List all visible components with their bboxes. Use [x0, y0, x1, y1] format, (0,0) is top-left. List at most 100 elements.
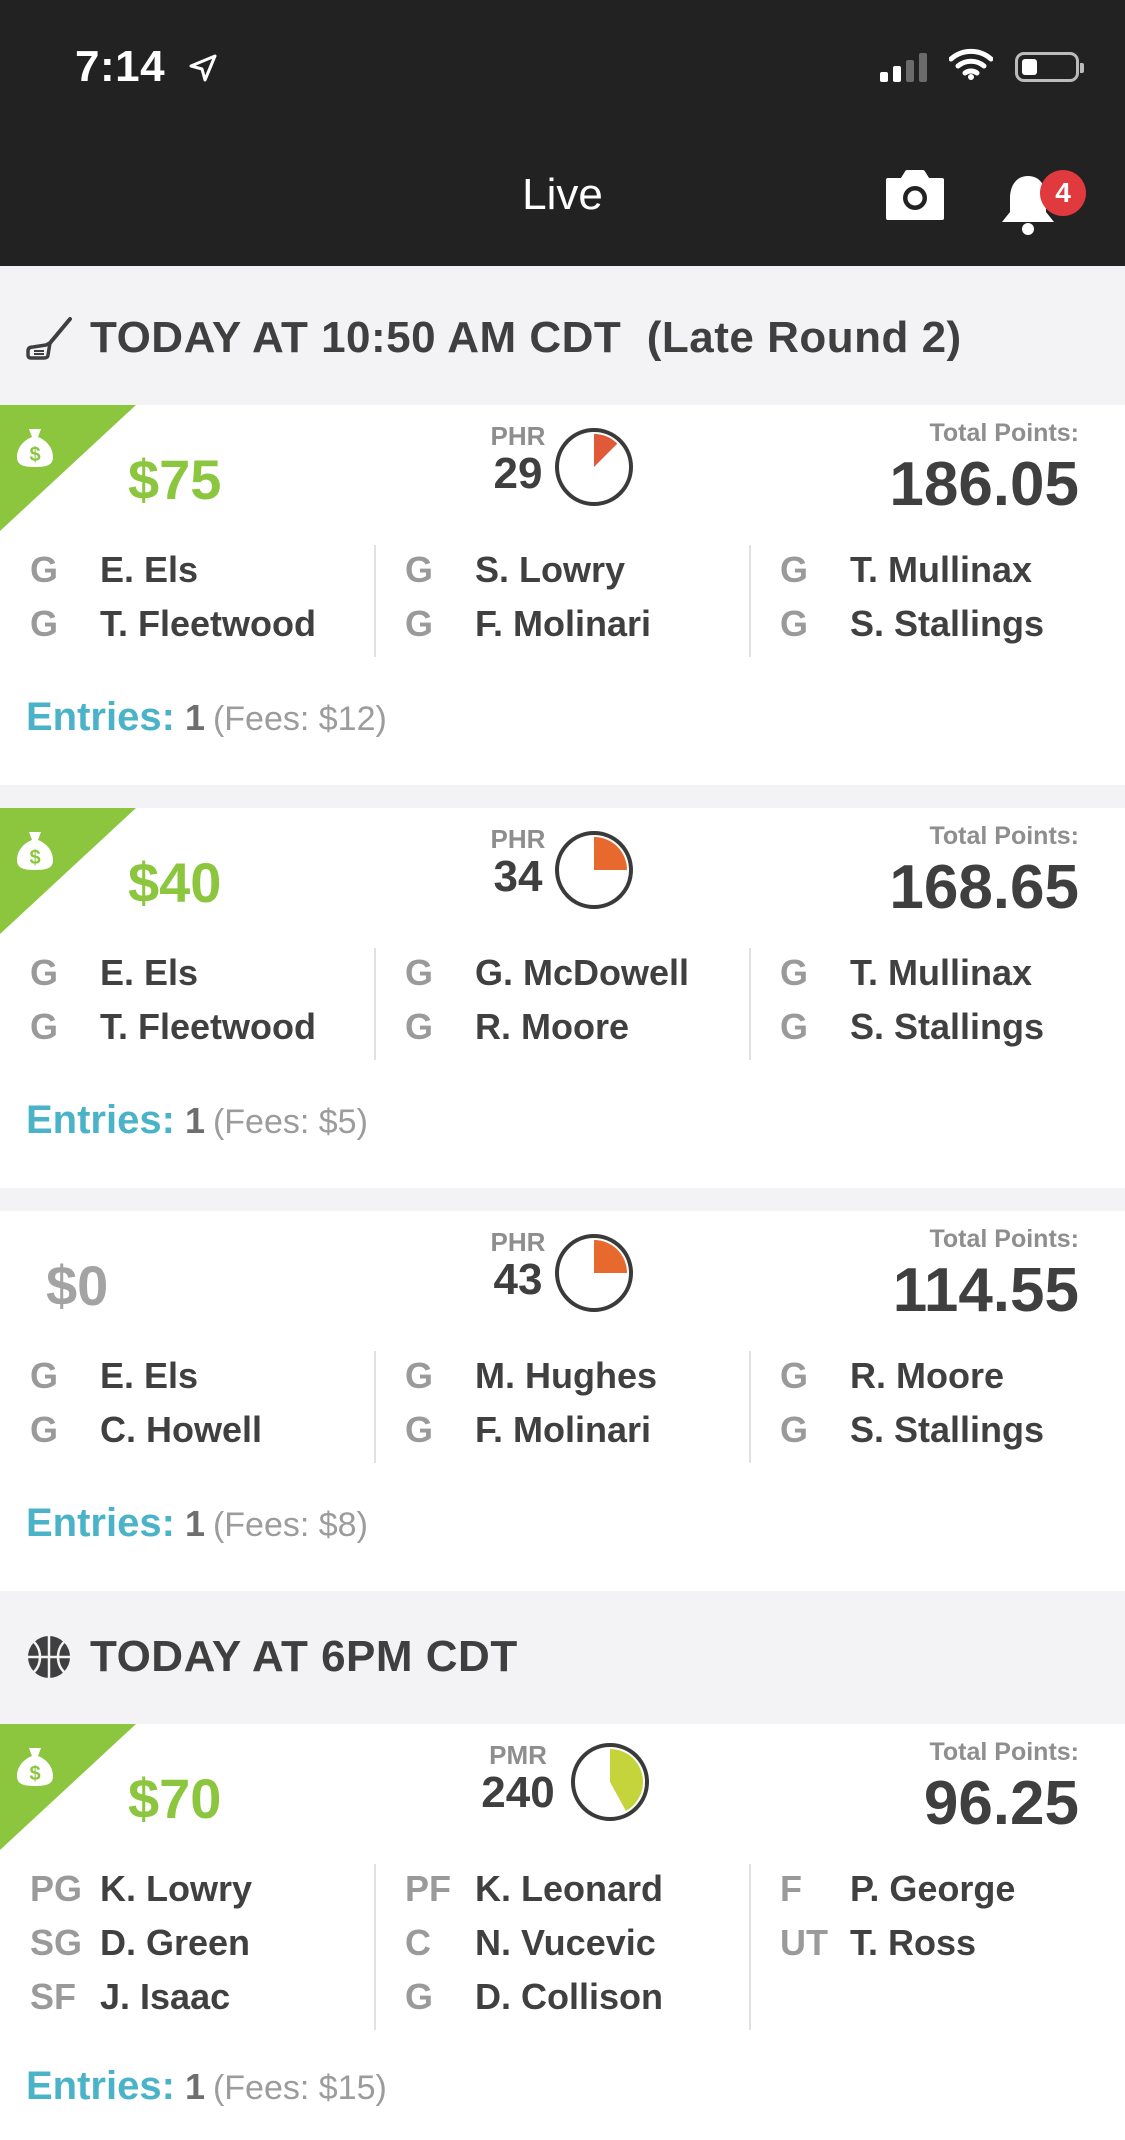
progress-clock-icon — [555, 1234, 633, 1312]
player-position: G — [405, 1006, 434, 1047]
player-name: P. George — [850, 1868, 1016, 1909]
money-bag-icon: $ — [15, 828, 55, 877]
progress-clock-icon — [555, 831, 633, 909]
entries-label: Entries: — [26, 1098, 175, 1142]
lineup-player: G D. Collison — [375, 1970, 749, 2024]
player-position: G — [780, 1006, 809, 1047]
player-name: D. Collison — [475, 1976, 663, 2017]
entries-row: Entries: 1 (Fees: $12) — [26, 695, 387, 740]
lineup-player: G G. McDowell — [375, 946, 749, 1000]
lineup-player: F P. George — [750, 1862, 1124, 1916]
location-arrow-icon — [188, 44, 218, 94]
remaining-value: 240 — [481, 1768, 555, 1817]
lineup-player: G T. Fleetwood — [0, 1000, 374, 1054]
lineup-column: G G. McDowell G R. Moore — [374, 946, 749, 1060]
lineup: PG K. Lowry SG D. Green SF J. Isaac PF K. Le… — [0, 1862, 1125, 2030]
lineup-player: C N. Vucevic — [375, 1916, 749, 1970]
lineup-player: PF K. Leonard — [375, 1862, 749, 1916]
lineup-column: G S. Lowry G F. Molinari — [374, 543, 749, 657]
contest-card[interactable]: $ $70 PMR 240 Total Points: 96.25 PG K. L… — [0, 1724, 1125, 2140]
camera-icon — [886, 170, 944, 220]
basketball-icon — [26, 1634, 72, 1680]
lineup-player: G T. Mullinax — [750, 946, 1124, 1000]
lineup-column: PG K. Lowry SG D. Green SF J. Isaac — [0, 1862, 374, 2024]
entries-label: Entries: — [26, 2064, 175, 2108]
lineup-column: G M. Hughes G F. Molinari — [374, 1349, 749, 1463]
top-bar: 7:14 Live 4 — [0, 0, 1125, 266]
total-points-value: 168.65 — [889, 853, 1079, 922]
battery-icon — [1015, 51, 1084, 82]
prize-amount: $75 — [128, 448, 222, 511]
contest-card[interactable]: $0 PHR 43 Total Points: 114.55 G E. Els G… — [0, 1211, 1125, 1591]
player-name: G. McDowell — [475, 952, 690, 993]
lineup-player: G F. Molinari — [375, 597, 749, 651]
remaining-value: 34 — [493, 852, 543, 901]
camera-button[interactable] — [884, 166, 946, 222]
section-title: TODAY AT 6PM CDT — [90, 1632, 518, 1681]
players-remaining: PMR 240 — [470, 1740, 566, 1815]
lineup-player: G S. Stallings — [750, 1000, 1124, 1054]
total-points-label: Total Points: — [929, 822, 1079, 850]
lineup-player: G T. Fleetwood — [0, 597, 374, 651]
lineup-player: G C. Howell — [0, 1403, 374, 1457]
entries-label: Entries: — [26, 695, 175, 739]
player-position: G — [405, 952, 434, 993]
player-name: T. Mullinax — [850, 549, 1033, 590]
progress-clock-icon — [571, 1743, 649, 1821]
section-header-basketball: TODAY AT 6PM CDT — [0, 1591, 1125, 1723]
player-position: G — [30, 603, 59, 644]
player-position: G — [30, 1006, 59, 1047]
contest-card[interactable]: $ $40 PHR 34 Total Points: 168.65 G E. El… — [0, 808, 1125, 1188]
player-name: D. Green — [100, 1922, 251, 1963]
contest-card[interactable]: $ $75 PHR 29 Total Points: 186.05 G E. El… — [0, 405, 1125, 785]
lineup-player: SG D. Green — [0, 1916, 374, 1970]
player-position: G — [780, 549, 809, 590]
lineup-player: UT T. Ross — [750, 1916, 1124, 1970]
section-title: TODAY AT 10:50 AM CDT (Late Round 2) — [90, 313, 962, 362]
section-header-golf: TODAY AT 10:50 AM CDT (Late Round 2) — [0, 272, 1125, 404]
lineup-player: G M. Hughes — [375, 1349, 749, 1403]
player-position: G — [30, 549, 59, 590]
notifications-button[interactable]: 4 — [998, 160, 1086, 236]
remaining-label: PHR — [490, 1227, 546, 1257]
lineup-player: G T. Mullinax — [750, 543, 1124, 597]
lineup-column: G E. Els G C. Howell — [0, 1349, 374, 1457]
player-name: T. Fleetwood — [100, 1006, 316, 1047]
remaining-label: PHR — [490, 824, 546, 854]
player-position: PG — [30, 1868, 83, 1909]
lineup-player: PG K. Lowry — [0, 1862, 374, 1916]
total-points-label: Total Points: — [929, 1738, 1079, 1766]
remaining-value: 29 — [493, 449, 543, 498]
player-name: F. Molinari — [475, 603, 652, 644]
player-name: F. Molinari — [475, 1409, 652, 1450]
lineup-player: G F. Molinari — [375, 1403, 749, 1457]
player-name: J. Isaac — [100, 1976, 231, 2017]
lineup-player: G S. Stallings — [750, 597, 1124, 651]
entries-row: Entries: 1 (Fees: $8) — [26, 1501, 368, 1546]
player-position: SG — [30, 1922, 83, 1963]
player-position: PF — [405, 1868, 452, 1909]
remaining-label: PHR — [490, 421, 546, 451]
player-name: S. Stallings — [850, 603, 1045, 644]
player-name: R. Moore — [475, 1006, 630, 1047]
status-bar-time: 7:14 — [75, 42, 218, 94]
entries-count: 1 — [184, 2066, 205, 2107]
entries-row: Entries: 1 (Fees: $5) — [26, 1098, 368, 1143]
entry-fees: (Fees: $15) — [212, 2069, 387, 2107]
player-position: SF — [30, 1976, 77, 2017]
player-name: S. Stallings — [850, 1409, 1045, 1450]
entry-fees: (Fees: $8) — [212, 1506, 368, 1544]
player-position: G — [405, 603, 434, 644]
svg-text:$: $ — [29, 1763, 40, 1785]
lineup-player: G S. Stallings — [750, 1403, 1124, 1457]
prize-amount: $0 — [46, 1254, 109, 1317]
player-name: C. Howell — [100, 1409, 263, 1450]
player-name: M. Hughes — [475, 1355, 658, 1396]
total-points-label: Total Points: — [929, 1225, 1079, 1253]
progress-clock-icon — [555, 428, 633, 506]
progress-wedge — [594, 837, 627, 870]
player-position: G — [780, 603, 809, 644]
total-points-value: 186.05 — [889, 450, 1079, 519]
player-position: F — [780, 1868, 802, 1909]
entry-fees: (Fees: $12) — [212, 700, 387, 738]
